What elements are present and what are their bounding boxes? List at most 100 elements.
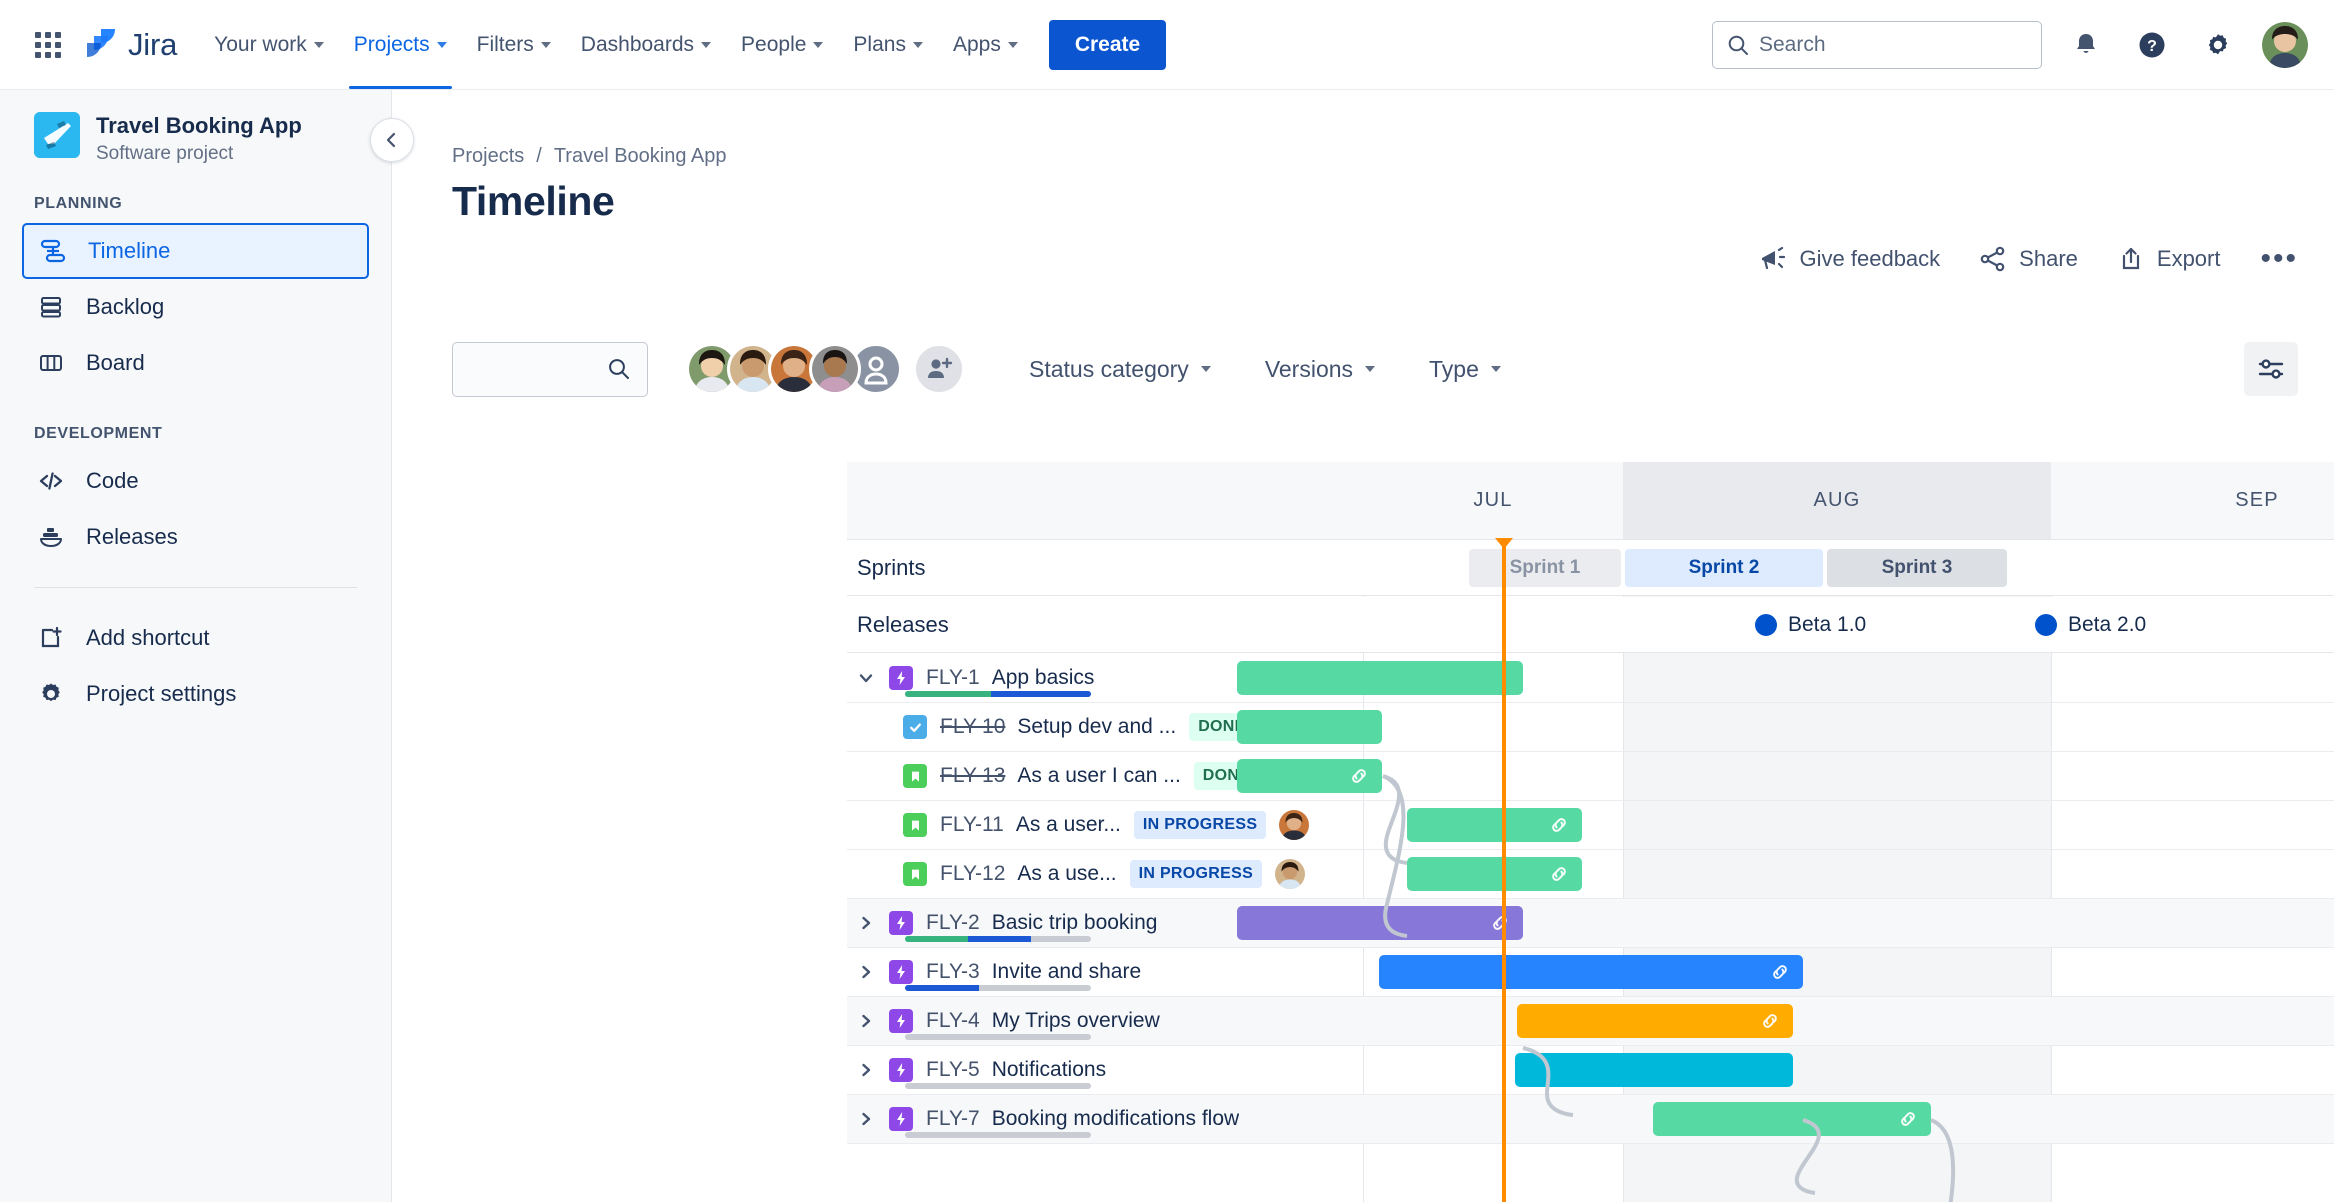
sidebar-collapse-button[interactable] <box>370 118 414 162</box>
issue-key[interactable]: FLY-7 <box>926 1107 980 1131</box>
sidebar-item-code[interactable]: Code <box>22 453 369 509</box>
sprint-chip-2[interactable]: Sprint 2 <box>1625 549 1823 587</box>
share-button[interactable]: Share <box>1980 246 2078 272</box>
issue-key[interactable]: FLY-3 <box>926 960 980 984</box>
give-feedback-button[interactable]: Give feedback <box>1759 246 1940 272</box>
timeline-bar-fly-4[interactable] <box>1517 1004 1793 1038</box>
issue-key[interactable]: FLY-13 <box>940 764 1005 788</box>
release-marker-beta-1[interactable]: Beta 1.0 <box>1755 597 1866 653</box>
table-row[interactable]: FLY-12 As a use... IN PROGRESS <box>847 850 2334 898</box>
add-person-icon <box>928 357 953 378</box>
timeline-bar-fly-11[interactable] <box>1407 808 1582 842</box>
timeline-bar-fly-7[interactable] <box>1653 1102 1931 1136</box>
timeline-bar-fly-1[interactable] <box>1237 661 1523 695</box>
chevron-right-icon[interactable] <box>853 1061 879 1079</box>
sidebar-item-releases[interactable]: Releases <box>22 509 369 565</box>
timeline-bar-fly-13[interactable] <box>1237 759 1382 793</box>
project-header[interactable]: Travel Booking App Software project <box>0 112 391 165</box>
status-badge[interactable]: IN PROGRESS <box>1133 811 1267 839</box>
table-row[interactable]: FLY-5 Notifications <box>847 1046 2334 1094</box>
timeline-bar-fly-5[interactable] <box>1515 1053 1793 1087</box>
chevron-right-icon[interactable] <box>853 1110 879 1128</box>
table-row[interactable]: FLY-3 Invite and share <box>847 948 2334 996</box>
notifications-button[interactable] <box>2064 23 2108 67</box>
help-button[interactable]: ? <box>2130 23 2174 67</box>
link-icon <box>1763 1014 1777 1028</box>
table-row[interactable]: FLY-2 Basic trip booking <box>847 899 2334 947</box>
story-type-icon <box>903 764 927 788</box>
timeline-view-settings-button[interactable] <box>2244 342 2298 396</box>
sprint-chip-1[interactable]: Sprint 1 <box>1469 549 1621 587</box>
timeline-bar-fly-12[interactable] <box>1407 857 1582 891</box>
table-row[interactable]: FLY-13 As a user I can ... DONE <box>847 752 2334 800</box>
table-row[interactable]: FLY-11 As a user... IN PROGRESS <box>847 801 2334 849</box>
jira-home-link[interactable]: Jira <box>84 27 177 63</box>
sidebar-item-add-shortcut[interactable]: Add shortcut <box>22 610 369 666</box>
project-name: Travel Booking App <box>96 113 302 138</box>
issue-summary: Basic trip booking <box>991 911 1158 934</box>
app-switcher-button[interactable] <box>26 23 70 67</box>
sprint-chip-3[interactable]: Sprint 3 <box>1827 549 2007 587</box>
issue-key[interactable]: FLY-5 <box>926 1058 980 1082</box>
sidebar-item-board[interactable]: Board <box>22 335 369 391</box>
table-row[interactable]: FLY-10 Setup dev and ... DONE <box>847 703 2334 751</box>
sidebar-item-timeline[interactable]: Timeline <box>22 222 369 279</box>
chevron-down-icon <box>1200 366 1211 372</box>
sidebar-item-project-settings[interactable]: Project settings <box>22 666 369 722</box>
nav-item-plans[interactable]: Plans <box>838 23 938 67</box>
month-jul: JUL <box>1473 489 1513 511</box>
releases-row: Releases Beta 1.0 Beta 2.0 <box>847 597 2334 653</box>
breadcrumb-separator: / <box>536 145 542 167</box>
chevron-down-icon[interactable] <box>853 669 879 687</box>
issue-key[interactable]: FLY-12 <box>940 862 1005 886</box>
timeline-bar-fly-10[interactable] <box>1237 710 1382 744</box>
table-row[interactable]: FLY-4 My Trips overview <box>847 997 2334 1045</box>
table-row[interactable]: FLY-1 App basics <box>847 654 2334 702</box>
avatar[interactable] <box>1275 859 1306 889</box>
issue-key[interactable]: FLY-4 <box>926 1009 980 1033</box>
sidebar-item-backlog[interactable]: Backlog <box>22 279 369 335</box>
nav-item-people[interactable]: People <box>726 23 838 67</box>
avatar[interactable] <box>1279 810 1310 840</box>
global-search-input[interactable]: Search <box>1712 20 2042 69</box>
issue-key[interactable]: FLY-10 <box>940 715 1005 739</box>
profile-avatar[interactable] <box>2262 21 2308 68</box>
more-actions-button[interactable]: ••• <box>2260 242 2298 276</box>
release-marker-beta-2[interactable]: Beta 2.0 <box>2035 597 2146 653</box>
timeline-bar-fly-3[interactable] <box>1379 955 1803 989</box>
nav-item-your-work[interactable]: Your work <box>199 23 339 67</box>
svg-text:?: ? <box>2147 38 2157 55</box>
story-type-icon <box>903 862 927 886</box>
export-button[interactable]: Export <box>2118 246 2220 272</box>
nav-item-apps[interactable]: Apps <box>938 23 1033 67</box>
board-icon <box>36 348 66 378</box>
status-badge[interactable]: IN PROGRESS <box>1129 860 1263 888</box>
avatar[interactable] <box>809 343 861 395</box>
add-person-button[interactable] <box>913 343 965 395</box>
settings-button[interactable] <box>2196 23 2240 67</box>
breadcrumb-project[interactable]: Travel Booking App <box>554 145 727 168</box>
issue-key[interactable]: FLY-11 <box>940 813 1004 837</box>
timeline-bar-fly-2[interactable] <box>1237 906 1523 940</box>
chevron-right-icon[interactable] <box>853 914 879 932</box>
nav-item-projects[interactable]: Projects <box>339 23 462 89</box>
link-icon <box>1901 1112 1915 1126</box>
notifications-icon <box>2077 33 2095 53</box>
gear-icon <box>36 679 66 709</box>
chevron-right-icon[interactable] <box>853 1012 879 1030</box>
timeline-search-input[interactable] <box>452 341 648 397</box>
nav-item-dashboards[interactable]: Dashboards <box>566 23 726 67</box>
link-icon <box>1552 867 1566 881</box>
filter-versions[interactable]: Versions <box>1251 348 1389 391</box>
table-row[interactable]: FLY-7 Booking modifications flow <box>847 1095 2334 1143</box>
chevron-right-icon[interactable] <box>853 963 879 981</box>
issue-key[interactable]: FLY-2 <box>926 911 980 935</box>
create-button[interactable]: Create <box>1048 19 1167 70</box>
filter-status-category[interactable]: Status category <box>1015 348 1225 391</box>
nav-item-filters[interactable]: Filters <box>462 23 566 67</box>
project-type: Software project <box>96 142 234 164</box>
breadcrumb-projects[interactable]: Projects <box>452 145 524 168</box>
epic-type-icon <box>889 666 913 690</box>
issue-key[interactable]: FLY-1 <box>926 666 980 690</box>
filter-type[interactable]: Type <box>1415 348 1515 391</box>
